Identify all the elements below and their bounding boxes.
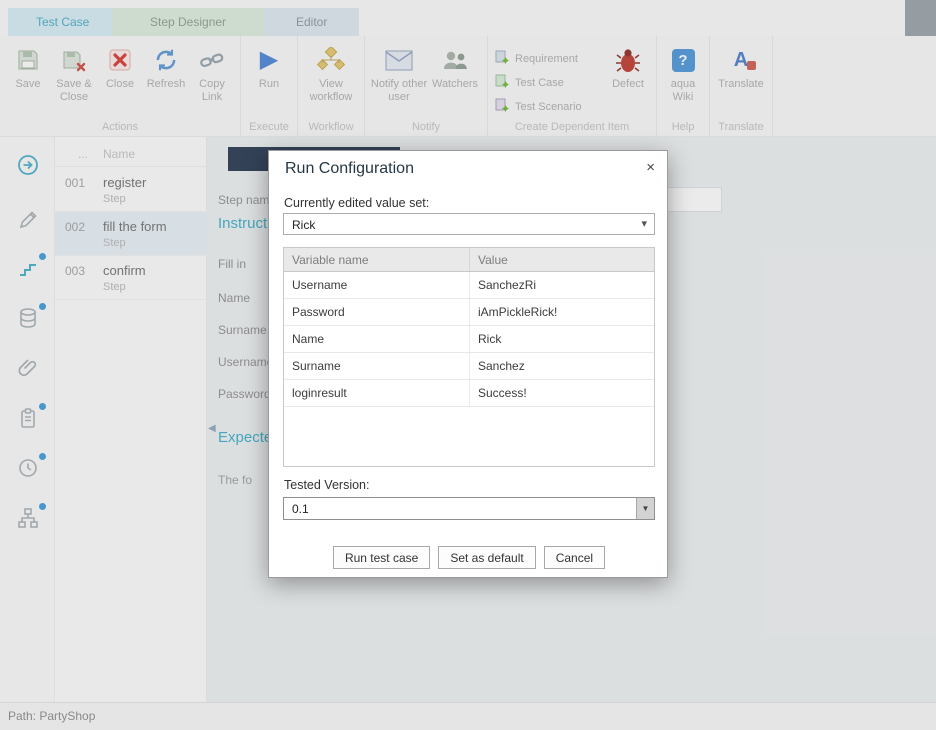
table-header-row: Variable name Value (284, 248, 654, 272)
dropdown-caret-icon: ▾ (641, 217, 647, 230)
cell-value[interactable]: iAmPickleRick! (469, 299, 654, 325)
cell-value[interactable]: Sanchez (469, 353, 654, 379)
cancel-button[interactable]: Cancel (544, 546, 605, 569)
value-set-label: Currently edited value set: (284, 196, 429, 210)
cell-value[interactable]: Success! (469, 380, 654, 406)
column-header-variable-name: Variable name (284, 248, 469, 271)
table-row[interactable]: Username SanchezRi (284, 272, 654, 299)
value-set-dropdown[interactable]: Rick ▾ (283, 213, 655, 235)
value-set-value: Rick (292, 218, 315, 232)
combo-dropdown-button[interactable]: ▼ (636, 498, 654, 519)
cell-variable: loginresult (284, 380, 469, 406)
cell-variable: Name (284, 326, 469, 352)
set-as-default-button[interactable]: Set as default (438, 546, 535, 569)
run-test-case-button[interactable]: Run test case (333, 546, 430, 569)
cell-variable: Surname (284, 353, 469, 379)
table-row[interactable]: Password iAmPickleRick! (284, 299, 654, 326)
dialog-title: Run Configuration (285, 160, 414, 178)
table-row[interactable]: Surname Sanchez (284, 353, 654, 380)
cell-variable: Password (284, 299, 469, 325)
cell-variable: Username (284, 272, 469, 298)
cell-value[interactable]: SanchezRi (469, 272, 654, 298)
run-configuration-dialog: Run Configuration × Currently edited val… (268, 150, 668, 578)
tested-version-value: 0.1 (292, 502, 309, 516)
combo-caret-icon: ▼ (642, 504, 650, 513)
dialog-close-button[interactable]: × (646, 159, 655, 176)
tested-version-label: Tested Version: (284, 478, 369, 492)
table-row[interactable]: loginresult Success! (284, 380, 654, 407)
dialog-button-row: Run test case Set as default Cancel (269, 546, 669, 569)
table-row[interactable]: Name Rick (284, 326, 654, 353)
cell-value[interactable]: Rick (469, 326, 654, 352)
variables-table: Variable name Value Username SanchezRi P… (283, 247, 655, 467)
column-header-value: Value (469, 248, 654, 271)
tested-version-combo[interactable]: 0.1 ▼ (283, 497, 655, 520)
